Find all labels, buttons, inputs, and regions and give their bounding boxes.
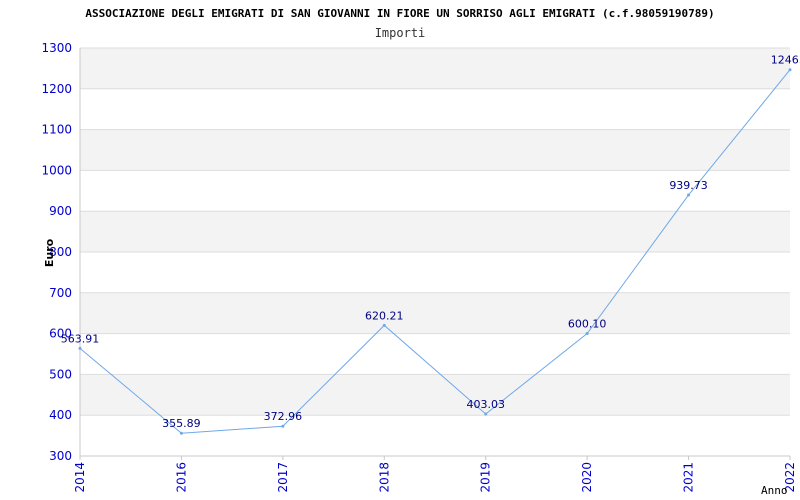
data-point: [585, 332, 589, 336]
y-tick-label: 1200: [41, 82, 72, 96]
data-point: [78, 346, 82, 350]
plot-band: [80, 374, 790, 416]
plot-band: [80, 211, 790, 252]
data-label: 355.89: [162, 417, 201, 430]
plot-band: [80, 88, 790, 130]
y-tick-label: 700: [49, 286, 72, 300]
x-axis-label: Anno: [761, 484, 788, 497]
plot-band: [80, 48, 790, 89]
plot-band: [80, 292, 790, 334]
data-label: 1246.8: [771, 54, 800, 67]
chart-subtitle: Importi: [375, 26, 426, 40]
data-point: [484, 412, 488, 416]
data-label: 939.73: [669, 179, 708, 192]
y-tick-label: 1000: [41, 163, 72, 177]
data-point: [281, 424, 285, 428]
data-label: 620.21: [365, 309, 404, 322]
y-tick-label: 1100: [41, 123, 72, 137]
x-tick-label: 2017: [276, 462, 290, 493]
x-tick-label: 2016: [174, 462, 188, 493]
x-tick-label: 2014: [73, 462, 87, 493]
y-axis-label: Euro: [43, 238, 56, 267]
data-label: 600.10: [568, 318, 607, 331]
x-tick-label: 2019: [479, 462, 493, 493]
line-chart: ASSOCIAZIONE DEGLI EMIGRATI DI SAN GIOVA…: [41, 7, 800, 497]
plot-band: [80, 252, 790, 293]
x-axis-ticks: 2014 2016 2017 2018 2019 2020 2021 2022: [73, 456, 797, 493]
data-label: 403.03: [466, 398, 505, 411]
data-point: [179, 431, 183, 435]
y-tick-label: 500: [49, 367, 72, 381]
y-tick-label: 300: [49, 449, 72, 463]
data-label: 372.96: [264, 410, 303, 423]
data-point: [687, 193, 691, 197]
data-label: 563.91: [61, 332, 100, 345]
y-tick-label: 1300: [41, 41, 72, 55]
x-tick-label: 2018: [377, 462, 391, 493]
y-tick-label: 900: [49, 204, 72, 218]
plot-band: [80, 129, 790, 171]
plot-band: [80, 333, 790, 375]
chart-title: ASSOCIAZIONE DEGLI EMIGRATI DI SAN GIOVA…: [85, 7, 714, 20]
data-point: [382, 323, 386, 327]
data-point: [788, 68, 792, 72]
x-tick-label: 2021: [682, 462, 696, 493]
x-tick-label: 2020: [580, 462, 594, 493]
y-tick-label: 400: [49, 408, 72, 422]
